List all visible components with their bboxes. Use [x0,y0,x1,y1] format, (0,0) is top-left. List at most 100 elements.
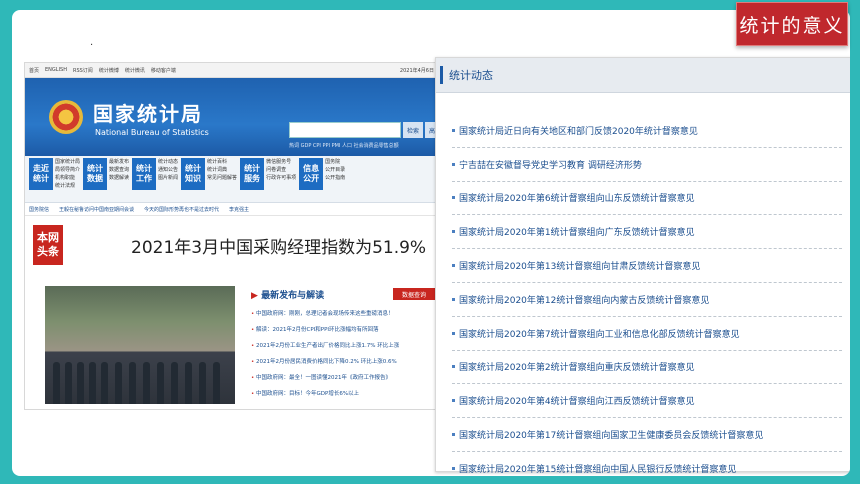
nav-sub-links: 微信服务号 问卷调查 行政许可事项 [266,158,296,182]
nav-label[interactable]: 统计服务 [240,158,265,190]
list-item[interactable]: 国家统计局2020年第1统计督察组向广东反馈统计督察意见 [452,215,842,250]
panel-header: 统计动态 [436,58,850,93]
list-item-text[interactable]: 国家统计局2020年第13统计督察组向甘肃反馈统计督察意见 [459,259,700,272]
list-item[interactable]: 宁吉喆在安徽督导党史学习教育 调研经济形势 [452,148,842,182]
news-item[interactable]: 2021年2月份工业生产者出厂价格同比上涨1.7% 环比上涨 [251,338,435,354]
nav-sub-links: 统计百科 统计词典 常见问题解答 [207,158,237,182]
person-figure [89,362,96,404]
nav-sub[interactable]: 问卷调查 [266,166,296,174]
person-figure [185,362,192,404]
list-item[interactable]: 国家统计局2020年第15统计督察组向中国人民银行反馈统计督察意见 [452,452,842,476]
nav-block[interactable]: 统计服务 微信服务号 问卷调查 行政许可事项 [240,158,296,200]
nav-block[interactable]: 统计工作 统计动态 通知公告 图片新闻 [132,158,178,200]
bullet-icon [452,230,455,234]
website-banner: 国家统计局 National Bureau of Statistics 检索 高… [25,78,438,156]
list-item[interactable]: 国家统计局近日向有关地区和部门反馈2020年统计督察意见 [452,114,842,148]
topbar-link[interactable]: 首页 [29,67,39,74]
person-figure [129,362,136,404]
nav-sub-links: 国务院 公开目录 公开指南 [325,158,345,182]
nav-block[interactable]: 走近统计 国家统计局 局领导简介 机构职能 统计法规 [29,158,80,200]
nav-sub[interactable]: 统计动态 [158,158,178,166]
list-item[interactable]: 国家统计局2020年第12统计督察组向内蒙古反馈统计督察意见 [452,283,842,317]
decorative-dot: · [90,40,94,51]
nav-label[interactable]: 信息公开 [299,158,324,190]
nav-sub[interactable]: 国务院 [325,158,345,166]
nav-sub[interactable]: 统计词典 [207,166,237,174]
national-emblem-icon [49,100,83,134]
nav-block[interactable]: 统计知识 统计百科 统计词典 常见问题解答 [181,158,237,200]
nav-label[interactable]: 统计工作 [132,158,157,190]
topbar-link[interactable]: 移动客户端 [151,67,176,74]
bullet-icon [452,399,455,403]
nav-label[interactable]: 统计数据 [83,158,108,190]
search-button[interactable]: 检索 [403,122,423,138]
list-item-text[interactable]: 国家统计局2020年第1统计督察组向广东反馈统计督察意见 [459,225,695,238]
nav-sub[interactable]: 图片新闻 [158,174,178,182]
nav-block[interactable]: 信息公开 国务院 公开目录 公开指南 [299,158,345,200]
nav-sub-links: 最新发布 数据查询 数据解读 [109,158,129,182]
nav-block[interactable]: 统计数据 最新发布 数据查询 数据解读 [83,158,129,200]
ticker-item[interactable]: 李克强主 [229,206,249,213]
list-item[interactable]: 国家统计局2020年第4统计督察组向江西反馈统计督察意见 [452,384,842,419]
news-item[interactable]: 中国政府网：目标！今年GDP增长6%以上 [251,386,435,402]
bullet-icon [452,297,455,301]
list-item-text[interactable]: 国家统计局近日向有关地区和部门反馈2020年统计督察意见 [459,124,698,137]
panel-list: 国家统计局近日向有关地区和部门反馈2020年统计督察意见 宁吉喆在安徽督导党史学… [452,114,842,476]
bullet-icon [452,433,455,437]
nav-sub[interactable]: 微信服务号 [266,158,296,166]
nav-sub[interactable]: 数据解读 [109,174,129,182]
ticker-item[interactable]: 国务院信 [29,206,49,213]
headline-tag: 本网头条 [33,225,63,265]
news-item[interactable]: 中国政府网：刚刚，总理记者会现场传来这些重磅消息！ [251,306,435,322]
nav-sub[interactable]: 国家统计局 [55,158,80,166]
ticker-item[interactable]: 王毅在秘鲁访问中国南亚期间会谈 [59,206,134,213]
website-topbar: 首页 ENGLISH RSS订阅 统计微博 统计微讯 移动客户端 2021年4月… [25,63,438,78]
topbar-link[interactable]: 统计微博 [99,67,119,74]
list-item[interactable]: 国家统计局2020年第13统计督察组向甘肃反馈统计督察意见 [452,249,842,283]
nav-sub[interactable]: 常见问题解答 [207,174,237,182]
list-item[interactable]: 国家统计局2020年第17统计督察组向国家卫生健康委员会反馈统计督察意见 [452,418,842,452]
news-photo[interactable] [45,286,235,404]
news-item[interactable]: 中国政府网：最全！一图读懂2021年《政府工作报告》 [251,370,435,386]
news-item[interactable]: 2021年2月份居民消费价格同比下降0.2% 环比上涨0.6% [251,354,435,370]
nav-sub[interactable]: 行政许可事项 [266,174,296,182]
nav-label[interactable]: 统计知识 [181,158,206,190]
nav-label[interactable]: 走近统计 [29,158,53,190]
search-input[interactable] [289,122,401,138]
person-figure [77,362,84,404]
list-item-text[interactable]: 国家统计局2020年第7统计督察组向工业和信息化部反馈统计督察意见 [459,327,740,340]
list-item-text[interactable]: 国家统计局2020年第17统计督察组向国家卫生健康委员会反馈统计督察意见 [459,428,763,441]
list-item[interactable]: 国家统计局2020年第2统计督察组向重庆反馈统计督察意见 [452,351,842,385]
headline-row: 本网头条 2021年3月中国采购经理指数为51.9% [25,222,438,268]
list-item-text[interactable]: 国家统计局2020年第12统计督察组向内蒙古反馈统计督察意见 [459,293,709,306]
list-item-text[interactable]: 国家统计局2020年第15统计督察组向中国人民银行反馈统计督察意见 [459,462,736,475]
data-query-button[interactable]: 数据查询 [393,288,435,300]
nav-sub[interactable]: 统计百科 [207,158,237,166]
news-list: 中国政府网：刚刚，总理记者会现场传来这些重磅消息！ 解读：2021年2月份CPI… [251,306,435,402]
list-item-text[interactable]: 宁吉喆在安徽督导党史学习教育 调研经济形势 [459,158,642,171]
list-item[interactable]: 国家统计局2020年第7统计督察组向工业和信息化部反馈统计督察意见 [452,317,842,351]
nav-sub[interactable]: 局领导简介 [55,166,80,174]
header-accent-bar [440,66,443,84]
topbar-link[interactable]: RSS订阅 [73,67,93,74]
nav-sub[interactable]: 机构职能 [55,174,80,182]
list-item-text[interactable]: 国家统计局2020年第2统计督察组向重庆反馈统计督察意见 [459,360,695,373]
nav-sub[interactable]: 公开目录 [325,166,345,174]
topbar-link[interactable]: 统计微讯 [125,67,145,74]
nav-sub[interactable]: 通知公告 [158,166,178,174]
hot-words: 热词 GDP CPI PPI PMI 人口 社会消费品零售总额 [289,143,399,149]
nav-sub[interactable]: 统计法规 [55,182,80,190]
news-item[interactable]: 解读：2021年2月份CPI和PPI环比涨幅均有所回落 [251,322,435,338]
list-item[interactable]: 国家统计局2020年第6统计督察组向山东反馈统计督察意见 [452,182,842,216]
nav-sub[interactable]: 最新发布 [109,158,129,166]
bullet-icon [452,466,455,470]
topbar-link[interactable]: ENGLISH [45,67,67,73]
nav-sub[interactable]: 公开指南 [325,174,345,182]
nav-sub[interactable]: 数据查询 [109,166,129,174]
list-item-text[interactable]: 国家统计局2020年第6统计督察组向山东反馈统计督察意见 [459,191,695,204]
person-figure [171,362,178,404]
ticker-item[interactable]: 今天的国际形势再也不是过去时代 [144,206,219,213]
headline-text[interactable]: 2021年3月中国采购经理指数为51.9% [131,233,426,258]
list-item-text[interactable]: 国家统计局2020年第4统计督察组向江西反馈统计督察意见 [459,394,695,407]
person-figure [101,362,108,404]
